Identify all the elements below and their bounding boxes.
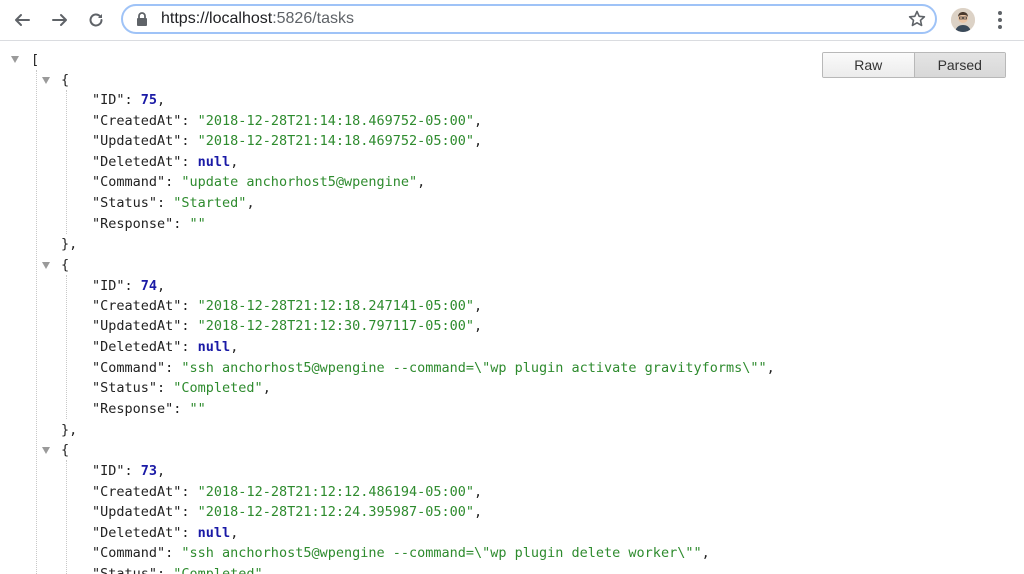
- json-line-command: "Command": "update anchorhost5@wpengine"…: [92, 174, 426, 190]
- updated-at-value: "2018-12-28T21:12:24.395987-05:00": [197, 504, 475, 520]
- collapse-triangle-icon[interactable]: [42, 262, 50, 269]
- created-at-value: "2018-12-28T21:14:18.469752-05:00": [197, 113, 475, 129]
- json-line-deletedat: "DeletedAt": null,: [92, 525, 239, 541]
- forward-button[interactable]: [46, 6, 74, 34]
- key-label: "ID":: [92, 278, 141, 294]
- status-value: "Completed": [173, 566, 263, 574]
- url-host: localhost: [209, 10, 273, 27]
- forward-arrow-icon: [52, 14, 67, 26]
- key-label: "Command":: [92, 360, 182, 376]
- command-value: "ssh anchorhost5@wpengine --command=\"wp…: [181, 360, 767, 376]
- updated-at-value: "2018-12-28T21:12:30.797117-05:00": [197, 318, 475, 334]
- key-label: "Response":: [92, 401, 190, 417]
- json-line-status: "Status": "Started",: [92, 195, 255, 211]
- json-line-deletedat: "DeletedAt": null,: [92, 339, 239, 355]
- key-label: "ID":: [92, 463, 141, 479]
- created-at-value: "2018-12-28T21:12:12.486194-05:00": [197, 484, 475, 500]
- json-line-response: "Response": "": [92, 214, 206, 234]
- view-mode-toggle: Raw Parsed: [822, 52, 1006, 78]
- json-line-updatedat: "UpdatedAt": "2018-12-28T21:14:18.469752…: [92, 133, 483, 149]
- deleted-at-value: null: [197, 154, 231, 170]
- collapse-triangle-icon[interactable]: [42, 447, 50, 454]
- command-value: "ssh anchorhost5@wpengine --command=\"wp…: [181, 545, 702, 561]
- indent-guide: [36, 70, 37, 574]
- status-value: "Started": [173, 195, 247, 211]
- raw-button[interactable]: Raw: [823, 53, 914, 77]
- key-label: "UpdatedAt":: [92, 504, 198, 520]
- task-id-value: 74: [140, 278, 158, 294]
- star-icon[interactable]: [907, 9, 927, 29]
- object-open-brace: {: [61, 257, 70, 273]
- avatar[interactable]: [951, 8, 975, 32]
- task-id-value: 75: [140, 92, 158, 108]
- created-at-value: "2018-12-28T21:12:18.247141-05:00": [197, 298, 475, 314]
- indent-guide: [66, 275, 67, 419]
- json-line-response: "Response": "": [92, 399, 206, 419]
- browser-toolbar: https://localhost:5826/tasks: [0, 0, 1024, 41]
- key-label: "Status":: [92, 195, 174, 211]
- key-label: "UpdatedAt":: [92, 318, 198, 334]
- json-line-id: "ID": 74,: [92, 278, 166, 294]
- key-label: "CreatedAt":: [92, 484, 198, 500]
- status-value: "Completed": [173, 380, 263, 396]
- key-label: "CreatedAt":: [92, 298, 198, 314]
- json-line-status: "Status": "Completed",: [92, 380, 271, 396]
- object-open-brace: {: [61, 72, 70, 88]
- menu-dots-icon[interactable]: [990, 8, 1010, 32]
- json-line-id: "ID": 73,: [92, 463, 166, 479]
- response-value: "": [189, 401, 206, 417]
- key-label: "Status":: [92, 566, 174, 574]
- url-scheme: https://: [161, 10, 210, 27]
- indent-guide: [66, 460, 67, 574]
- key-label: "CreatedAt":: [92, 113, 198, 129]
- collapse-triangle-icon[interactable]: [42, 77, 50, 84]
- json-line-deletedat: "DeletedAt": null,: [92, 154, 239, 170]
- key-label: "DeletedAt":: [92, 339, 198, 355]
- key-label: "ID":: [92, 92, 141, 108]
- url-path: :5826/tasks: [272, 10, 355, 27]
- key-label: "Command":: [92, 174, 182, 190]
- reload-icon: [89, 13, 103, 27]
- key-label: "DeletedAt":: [92, 154, 198, 170]
- back-arrow-icon: [15, 14, 30, 26]
- reload-button[interactable]: [82, 6, 110, 34]
- key-label: "Status":: [92, 380, 174, 396]
- object-close-brace: },: [61, 236, 78, 252]
- json-line-createdat: "CreatedAt": "2018-12-28T21:12:12.486194…: [92, 484, 483, 500]
- json-line-id: "ID": 75,: [92, 92, 166, 108]
- array-open-bracket: [: [31, 52, 40, 68]
- object-open-brace: {: [61, 442, 70, 458]
- indent-guide: [66, 90, 67, 234]
- parsed-button[interactable]: Parsed: [913, 53, 1005, 77]
- json-line-command: "Command": "ssh anchorhost5@wpengine --c…: [92, 545, 710, 561]
- json-line-status: "Status": "Completed",: [92, 564, 271, 574]
- json-line-updatedat: "UpdatedAt": "2018-12-28T21:12:30.797117…: [92, 318, 483, 334]
- address-bar[interactable]: https://localhost:5826/tasks: [121, 4, 937, 34]
- key-label: "Response":: [92, 216, 190, 232]
- response-value: "": [189, 216, 206, 232]
- json-line-createdat: "CreatedAt": "2018-12-28T21:14:18.469752…: [92, 113, 483, 129]
- collapse-triangle-icon[interactable]: [11, 56, 19, 63]
- key-label: "UpdatedAt":: [92, 133, 198, 149]
- lock-icon: [137, 12, 147, 26]
- key-label: "Command":: [92, 545, 182, 561]
- url-text: https://localhost:5826/tasks: [161, 10, 354, 28]
- object-close-brace: },: [61, 422, 78, 438]
- command-value: "update anchorhost5@wpengine": [181, 174, 418, 190]
- key-label: "DeletedAt":: [92, 525, 198, 541]
- back-button[interactable]: [8, 6, 36, 34]
- json-line-createdat: "CreatedAt": "2018-12-28T21:12:18.247141…: [92, 298, 483, 314]
- task-id-value: 73: [140, 463, 158, 479]
- deleted-at-value: null: [197, 339, 231, 355]
- json-line-command: "Command": "ssh anchorhost5@wpengine --c…: [92, 360, 775, 376]
- updated-at-value: "2018-12-28T21:14:18.469752-05:00": [197, 133, 475, 149]
- deleted-at-value: null: [197, 525, 231, 541]
- json-line-updatedat: "UpdatedAt": "2018-12-28T21:12:24.395987…: [92, 504, 483, 520]
